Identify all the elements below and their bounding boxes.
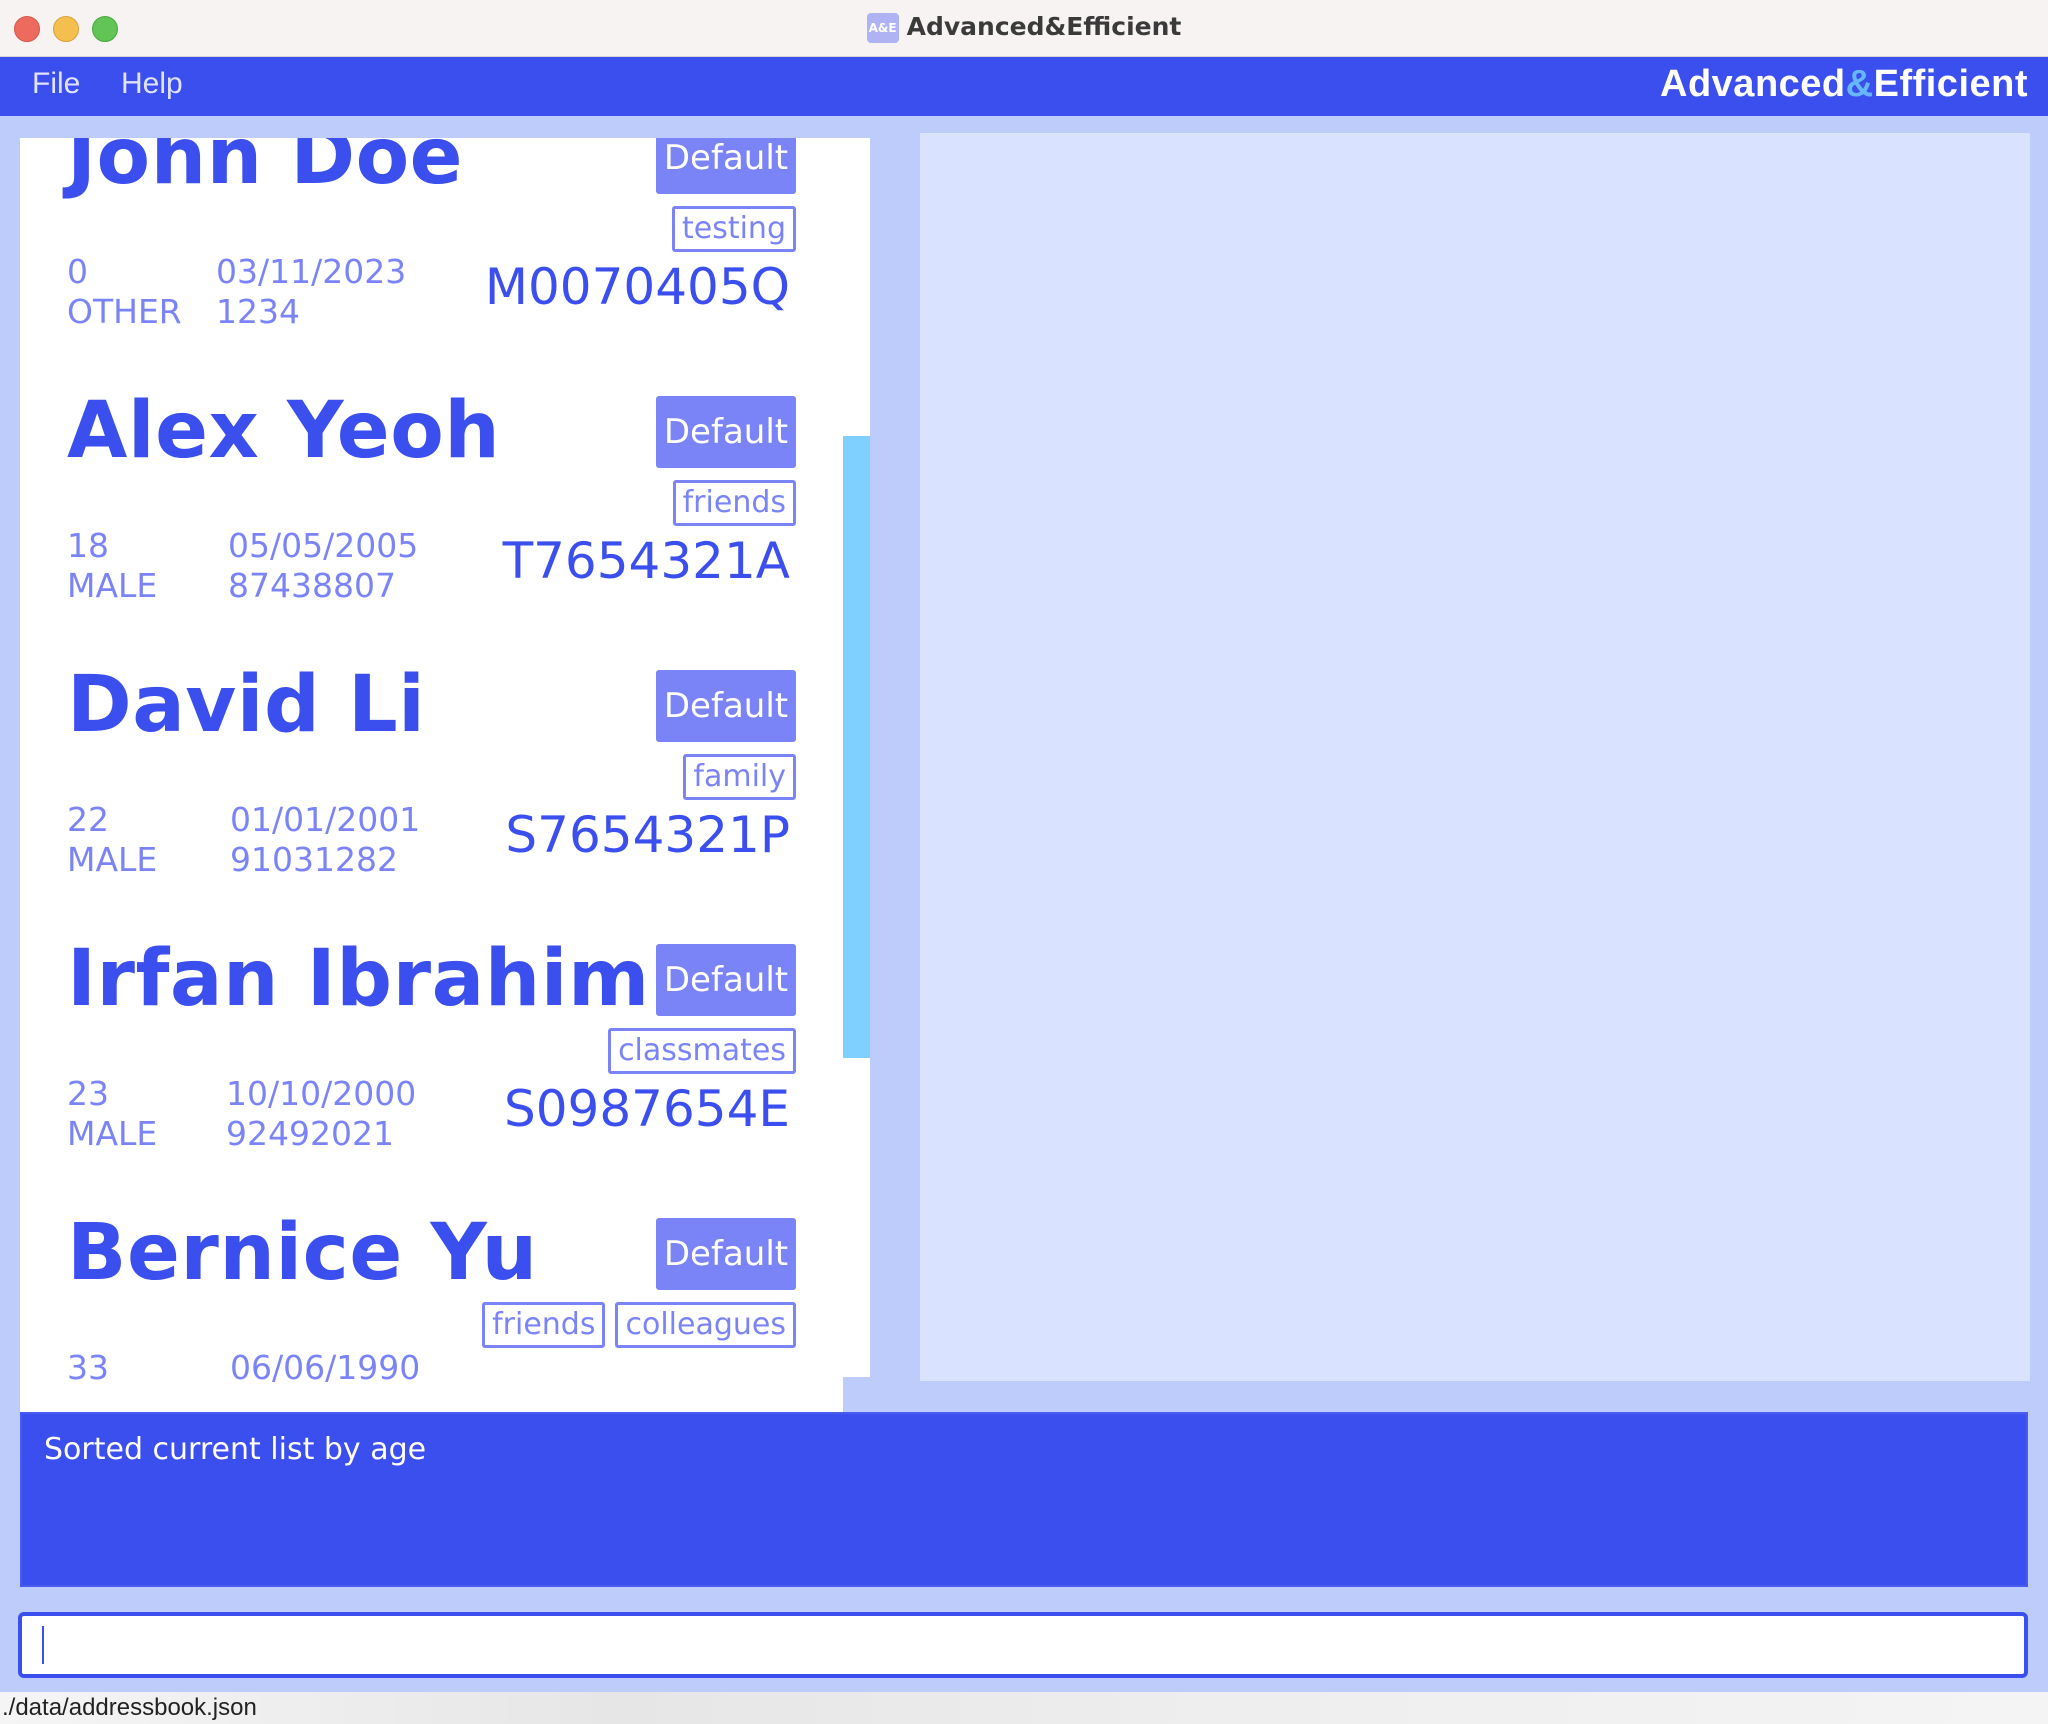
tag: family	[683, 754, 796, 800]
person-phone: 87438807	[228, 566, 396, 605]
person-nric: T7654321A	[502, 532, 790, 590]
person-name: John Doe	[67, 138, 464, 202]
menu-file[interactable]: File	[32, 67, 80, 101]
detail-panel	[920, 133, 2030, 1381]
priority-badge: Default	[656, 944, 796, 1016]
person-age: 33	[67, 1348, 109, 1387]
tag-list: friends colleagues	[482, 1302, 796, 1348]
person-name: Alex Yeoh	[67, 386, 501, 476]
person-gender: MALE	[67, 1114, 158, 1153]
tag-list: friends	[672, 480, 796, 526]
person-age: 0	[67, 252, 88, 291]
person-phone: 91031282	[230, 840, 398, 879]
window-titlebar: A&E Advanced&Efficient	[0, 0, 2048, 57]
tag: friends	[482, 1302, 606, 1348]
menu-help[interactable]: Help	[121, 67, 183, 101]
brand-part2: Efficient	[1873, 63, 2028, 105]
tag: classmates	[608, 1028, 796, 1074]
priority-badge: Default	[656, 138, 796, 194]
menu-bar: File Help Advanced&Efficient	[0, 57, 2048, 116]
result-message: Sorted current list by age	[44, 1432, 427, 1467]
tag: testing	[671, 206, 796, 252]
brand-part1: Advanced	[1660, 63, 1846, 105]
priority-badge: Default	[656, 670, 796, 742]
command-box[interactable]	[18, 1612, 2028, 1678]
result-display: Sorted current list by age	[20, 1412, 2028, 1587]
person-card[interactable]: Irfan Ibrahim Default classmates 23 MALE…	[43, 928, 820, 1174]
person-name: David Li	[67, 660, 426, 750]
priority-badge: Default	[656, 1218, 796, 1290]
person-age: 18	[67, 526, 109, 565]
person-age: 22	[67, 800, 109, 839]
person-dob: 06/06/1990	[230, 1348, 421, 1387]
person-phone: 1234	[216, 292, 300, 331]
person-nric: S7654321P	[505, 806, 790, 864]
person-name: Bernice Yu	[67, 1208, 538, 1298]
person-list[interactable]: John Doe Default testing 0 OTHER 03/11/2…	[20, 138, 843, 1495]
tag: colleagues	[615, 1302, 796, 1348]
save-location: ./data/addressbook.json	[2, 1694, 257, 1721]
person-card[interactable]: Alex Yeoh Default friends 18 MALE 05/05/…	[43, 380, 820, 626]
app-logo-icon: A&E	[866, 13, 899, 43]
person-dob: 05/05/2005	[228, 526, 419, 565]
window-title-group: A&E Advanced&Efficient	[0, 10, 2048, 44]
window-title: Advanced&Efficient	[906, 12, 1182, 41]
person-gender: MALE	[67, 840, 158, 879]
person-name: Irfan Ibrahim	[67, 934, 650, 1024]
brand-ampersand: &	[1845, 63, 1874, 105]
priority-badge: Default	[656, 396, 796, 468]
person-phone: 92492021	[226, 1114, 394, 1153]
person-card[interactable]: John Doe Default testing 0 OTHER 03/11/2…	[43, 138, 820, 352]
person-gender: MALE	[67, 566, 158, 605]
tag-list: classmates	[608, 1028, 796, 1074]
status-bar: ./data/addressbook.json	[0, 1692, 2048, 1724]
tag: friends	[672, 480, 796, 526]
person-card[interactable]: David Li Default family 22 MALE 01/01/20…	[43, 654, 820, 900]
person-gender: OTHER	[67, 292, 182, 331]
person-dob: 10/10/2000	[226, 1074, 417, 1113]
list-scrollbar-thumb[interactable]	[843, 436, 870, 1058]
main-area: John Doe Default testing 0 OTHER 03/11/2…	[0, 116, 2048, 1692]
person-dob: 03/11/2023	[216, 252, 407, 291]
person-age: 23	[67, 1074, 109, 1113]
command-input[interactable]	[36, 1624, 2000, 1666]
tag-list: testing	[671, 206, 796, 252]
tag-list: family	[683, 754, 796, 800]
person-nric: S0987654E	[503, 1080, 790, 1138]
person-nric: M0070405Q	[484, 258, 790, 316]
person-dob: 01/01/2001	[230, 800, 421, 839]
brand-logo: Advanced&Efficient	[1660, 63, 2028, 106]
